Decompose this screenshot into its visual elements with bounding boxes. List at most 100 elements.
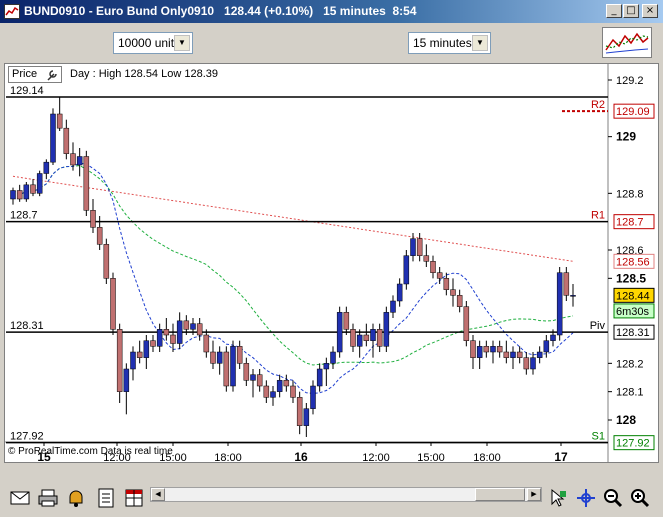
zoom-in-icon[interactable] — [630, 488, 650, 508]
candle-body — [203, 334, 210, 353]
candle-body — [143, 340, 150, 358]
candle-body — [216, 351, 223, 364]
price-tick-label: 128.8 — [616, 188, 644, 200]
candle-body — [363, 334, 370, 341]
candle-body — [550, 334, 556, 341]
minimize-icon: _ — [611, 5, 617, 16]
candle-body — [383, 312, 390, 347]
mail-icon[interactable] — [10, 488, 30, 508]
chevron-down-icon[interactable]: ▼ — [174, 35, 190, 51]
price-tag-label: 127.92 — [616, 438, 650, 450]
price-chart[interactable]: 129.14 128.7 128.31 127.92 R2 R1 Piv S1 129.2 129… — [5, 64, 660, 464]
price-tab[interactable]: Price — [8, 66, 62, 83]
price-tick-label: 128.5 — [616, 271, 646, 285]
candle-body — [256, 374, 263, 387]
candle-body — [343, 312, 350, 330]
candle-body — [496, 346, 503, 353]
bell-icon[interactable] — [66, 488, 86, 508]
time-tick-label: 16 — [294, 450, 308, 464]
triangle-right-icon: ▶ — [531, 491, 537, 498]
candle-body — [563, 272, 570, 296]
candle-body — [196, 323, 203, 336]
price-tag-label: 6m30s — [616, 306, 650, 318]
candle-body — [163, 329, 170, 336]
candle-body — [276, 380, 283, 392]
window-title: BUND0910 - Euro Bund Only0910 128.44 (+0… — [24, 4, 417, 18]
zoom-out-icon[interactable] — [603, 488, 623, 508]
chart-panel[interactable]: 129.14 128.7 128.31 127.92 R2 R1 Piv S1 129.2 129… — [4, 63, 660, 464]
close-button[interactable]: × — [642, 4, 658, 18]
candle-body — [463, 306, 470, 341]
level-label: 128.7 — [10, 210, 38, 222]
cursor-icon[interactable] — [548, 488, 568, 508]
pivot-label: R1 — [591, 210, 605, 222]
candle-body — [150, 340, 156, 347]
wrench-icon[interactable] — [45, 68, 59, 82]
time-tick-label: 17 — [554, 450, 568, 464]
price-tick-label: 128.1 — [616, 387, 644, 399]
candle-body — [296, 397, 303, 426]
candle-body — [483, 346, 490, 353]
candle-body — [556, 272, 563, 336]
time-tick-label: 18:00 — [214, 452, 242, 464]
candle-body — [170, 334, 176, 344]
candle-body — [270, 391, 276, 398]
interval-select-value: 15 minutes — [413, 36, 472, 50]
scroll-right-button[interactable]: ▶ — [527, 488, 541, 501]
ma-red-line — [12, 175, 574, 262]
candle-body — [390, 300, 396, 313]
candle-body — [310, 385, 316, 409]
time-tick-label: 15:00 — [159, 452, 187, 464]
price-tag-label: 128.31 — [616, 327, 650, 339]
candle-body — [456, 295, 463, 307]
candle-body — [90, 210, 96, 228]
crosshair-icon[interactable] — [576, 488, 596, 508]
maximize-button[interactable]: □ — [623, 4, 639, 18]
app-chart-icon — [4, 4, 20, 19]
title-bar[interactable]: BUND0910 - Euro Bund Only0910 128.44 (+0… — [0, 0, 663, 23]
price-tag-label: 129.09 — [616, 106, 650, 118]
app-window: BUND0910 - Euro Bund Only0910 128.44 (+0… — [0, 0, 663, 517]
candle-body — [103, 244, 110, 279]
time-tick-label: 18:00 — [473, 452, 501, 464]
scroll-thumb[interactable] — [475, 488, 525, 501]
candle-body — [230, 346, 236, 387]
list-icon[interactable] — [96, 488, 116, 508]
candle-body — [283, 380, 290, 387]
candle-body — [436, 272, 443, 279]
candle-body — [510, 351, 516, 358]
candle-body — [210, 351, 216, 364]
minimize-button[interactable]: _ — [606, 4, 622, 18]
interval-select[interactable]: 15 minutes ▼ — [408, 32, 491, 54]
candle-body — [476, 346, 483, 358]
candle-body — [336, 312, 343, 353]
candle-body — [23, 184, 30, 200]
candle-body — [303, 408, 310, 426]
level-label: 127.92 — [10, 431, 44, 443]
price-tag-label: 128.56 — [616, 256, 650, 268]
copyright-text: © ProRealTime.com Data is real time — [8, 446, 173, 457]
candle-body — [16, 190, 23, 200]
candle-body — [423, 255, 430, 262]
day-high-low: Day : High 128.54 Low 128.39 — [70, 68, 218, 80]
candle-body — [516, 351, 523, 358]
chevron-down-icon[interactable]: ▼ — [472, 35, 488, 51]
chart-scrollbar[interactable]: ◀ ▶ — [150, 487, 542, 502]
top-toolbar: 10000 units ▼ 15 minutes ▼ — [0, 23, 663, 62]
units-select[interactable]: 10000 units ▼ — [113, 32, 193, 54]
price-tick-label: 128.2 — [616, 358, 644, 370]
candle-body — [30, 184, 36, 194]
table-icon[interactable] — [124, 488, 144, 508]
candle-body — [523, 357, 530, 370]
indicator-button[interactable] — [602, 27, 652, 58]
candle-body — [263, 385, 270, 398]
price-tick-label: 128 — [616, 413, 636, 427]
candle-body — [356, 334, 363, 347]
candle-body — [490, 346, 496, 353]
candle-body — [410, 238, 416, 256]
ma-blue-line — [12, 162, 574, 394]
candle-body — [190, 323, 196, 330]
print-icon[interactable] — [38, 488, 58, 508]
scroll-left-button[interactable]: ◀ — [151, 488, 165, 501]
candle-body — [176, 320, 183, 344]
